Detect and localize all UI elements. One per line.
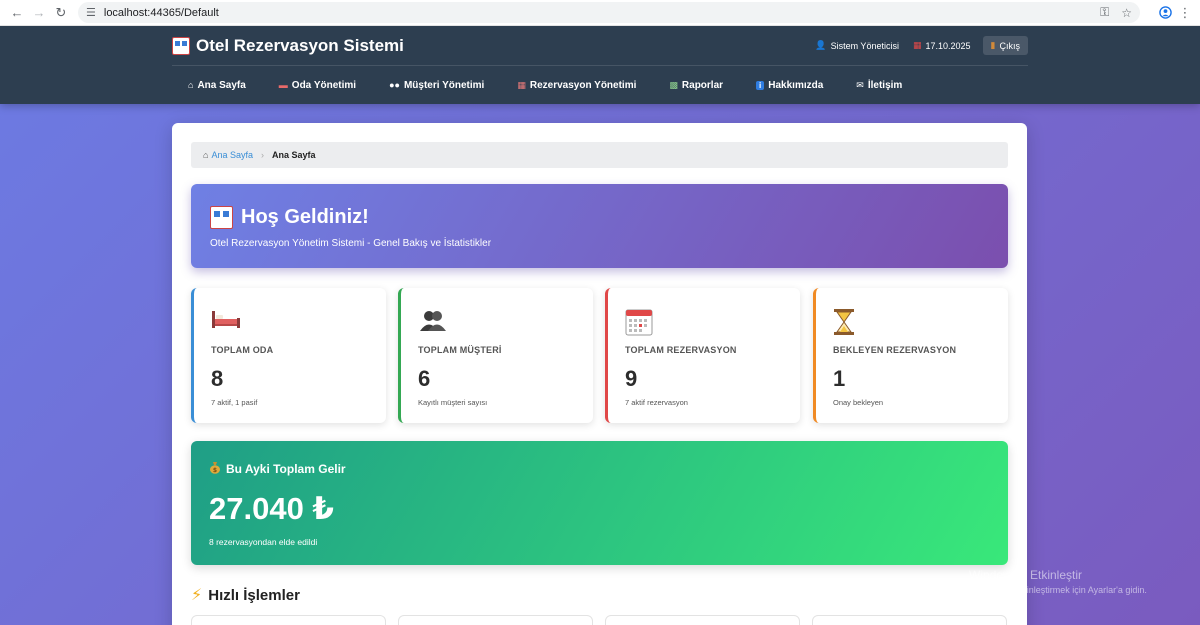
hotel-icon (172, 36, 190, 55)
nav-item-raporlar[interactable]: ▩ Raporlar (669, 80, 723, 91)
stat-note: 7 aktif rezervasyon (625, 398, 688, 407)
nav-item-rezervasyon-yonetimi[interactable]: ▦ Rezervasyon Yönetimi (517, 80, 636, 91)
stat-label: BEKLEYEN REZERVASYON (833, 345, 957, 355)
quick-actions-title-text: Hızlı İşlemler (208, 586, 300, 604)
users-icon (418, 308, 448, 337)
stat-value: 1 (833, 366, 846, 391)
calendar-icon: ▦ (912, 40, 922, 50)
logout-label: Çıkış (999, 40, 1020, 51)
app-title: Otel Rezervasyon Sistemi (196, 35, 404, 55)
nav-label: Müşteri Yönetimi (403, 79, 485, 91)
stat-card-customers[interactable]: TOPLAM MÜŞTERİ 6 Kayıtlı müşteri sayısı (398, 288, 593, 423)
date-info: ▦ 17.10.2025 (913, 40, 971, 51)
bookmark-star-icon[interactable]: ☆ (1121, 6, 1132, 20)
main-nav: ⌂ Ana Sayfa ▬ Oda Yönetimi ●● Müşteri Yö… (172, 66, 1028, 104)
quick-action-card[interactable] (398, 615, 593, 625)
forward-arrow-icon[interactable]: → (28, 2, 50, 24)
welcome-title-text: Hoş Geldiniz! (241, 206, 369, 228)
lightning-icon: ⚡ (191, 587, 203, 604)
header-top: Otel Rezervasyon Sistemi 👤 Sistem Yöneti… (172, 26, 1028, 66)
quick-action-card[interactable] (812, 615, 1007, 625)
nav-item-musteri-yonetimi[interactable]: ●● Müşteri Yönetimi (389, 80, 484, 91)
address-bar[interactable]: ☰ localhost:44365/Default ⚿ ☆ (78, 2, 1140, 23)
hotel-icon (210, 206, 233, 229)
quick-action-card[interactable] (605, 615, 800, 625)
page-background: Otel Rezervasyon Sistemi 👤 Sistem Yöneti… (0, 26, 1200, 625)
browser-toolbar: ← → ↻ ☰ localhost:44365/Default ⚿ ☆ ⋮ (0, 0, 1200, 26)
breadcrumb-home-link[interactable]: ⌂ Ana Sayfa (203, 150, 253, 160)
stat-note: Kayıtlı müşteri sayısı (418, 398, 488, 407)
url-text: localhost:44365/Default (103, 6, 219, 19)
stat-value: 8 (211, 366, 224, 391)
money-bag-icon: $ (209, 461, 221, 477)
profile-icon[interactable] (1154, 2, 1176, 24)
breadcrumb-separator: › (260, 150, 264, 160)
info-icon: i (756, 80, 765, 90)
stat-card-rooms[interactable]: TOPLAM ODA 8 7 aktif, 1 pasif (191, 288, 386, 423)
envelope-icon: ✉ (856, 79, 864, 90)
back-arrow-icon[interactable]: ← (6, 2, 28, 24)
svg-text:$: $ (213, 467, 217, 474)
users-icon: ●● (389, 80, 400, 90)
watermark-line-1: Windows'u Etkinleştir (969, 568, 1082, 582)
bed-icon: ▬ (278, 80, 288, 90)
brand[interactable]: Otel Rezervasyon Sistemi (172, 36, 404, 56)
stat-note: Onay bekleyen (833, 398, 884, 407)
logout-button[interactable]: ▮ Çıkış (982, 36, 1028, 55)
welcome-banner: Hoş Geldiniz! Otel Rezervasyon Yönetim S… (191, 184, 1008, 268)
welcome-subtitle: Otel Rezervasyon Yönetim Sistemi - Genel… (210, 238, 492, 249)
nav-label: Hakkımızda (768, 79, 824, 91)
user-name: Sistem Yöneticisi (830, 40, 899, 51)
breadcrumb: ⌂ Ana Sayfa › Ana Sayfa (191, 142, 1008, 168)
app-header: Otel Rezervasyon Sistemi 👤 Sistem Yöneti… (0, 26, 1200, 104)
stat-value: 6 (418, 366, 431, 391)
nav-label: Raporlar (681, 79, 724, 91)
house-icon: ⌂ (203, 150, 209, 160)
content-card: ⌂ Ana Sayfa › Ana Sayfa Hoş Geldiniz! Ot… (172, 123, 1027, 625)
header-right: 👤 Sistem Yöneticisi ▦ 17.10.2025 ▮ Çıkış (801, 36, 1028, 55)
site-settings-icon[interactable]: ☰ (86, 6, 96, 19)
income-card: $ Bu Ayki Toplam Gelir 27.040 ₺ 8 rezerv… (191, 441, 1008, 565)
stat-card-pending[interactable]: BEKLEYEN REZERVASYON 1 Onay bekleyen (813, 288, 1008, 423)
user-info: 👤 Sistem Yöneticisi (815, 40, 899, 51)
breadcrumb-home-label: Ana Sayfa (211, 150, 253, 160)
stat-value: 9 (625, 366, 638, 391)
stat-card-reservations[interactable]: TOPLAM REZERVASYON 9 7 aktif rezervasyon (605, 288, 800, 423)
kebab-menu-icon[interactable]: ⋮ (1176, 5, 1194, 21)
chart-icon: ▩ (669, 79, 678, 90)
quick-action-card[interactable] (191, 615, 386, 625)
income-title: $ Bu Ayki Toplam Gelir (209, 461, 346, 477)
income-title-text: Bu Ayki Toplam Gelir (226, 462, 346, 476)
windows-activation-watermark: Windows'u Etkinleştir Windows'u etkinleş… (969, 568, 1147, 595)
watermark-line-2: Windows'u etkinleştirmek için Ayarlar'a … (969, 585, 1147, 595)
welcome-title: Hoş Geldiniz! (210, 206, 369, 229)
nav-item-hakkimizda[interactable]: i Hakkımızda (756, 80, 823, 91)
nav-label: Oda Yönetimi (291, 79, 357, 91)
user-icon: 👤 (815, 40, 827, 50)
hourglass-icon (833, 308, 855, 341)
nav-item-ana-sayfa[interactable]: ⌂ Ana Sayfa (188, 80, 246, 91)
door-icon: ▮ (990, 40, 996, 50)
nav-item-iletisim[interactable]: ✉ İletişim (856, 80, 902, 91)
calendar-icon: ▦ (517, 79, 526, 90)
nav-label: Rezervasyon Yönetimi (529, 79, 637, 91)
income-note: 8 rezervasyondan elde edildi (209, 537, 318, 547)
password-key-icon[interactable]: ⚿ (1100, 5, 1109, 20)
stat-label: TOPLAM MÜŞTERİ (418, 345, 502, 355)
calendar-icon (625, 308, 653, 341)
current-date: 17.10.2025 (925, 40, 971, 51)
nav-label: İletişim (867, 79, 903, 91)
stat-label: TOPLAM REZERVASYON (625, 345, 737, 355)
quick-actions-title: ⚡ Hızlı İşlemler (191, 585, 300, 605)
reload-icon[interactable]: ↻ (50, 2, 72, 24)
stat-note: 7 aktif, 1 pasif (211, 398, 258, 407)
income-amount: 27.040 ₺ (209, 491, 334, 526)
nav-item-oda-yonetimi[interactable]: ▬ Oda Yönetimi (279, 80, 356, 91)
nav-label: Ana Sayfa (197, 79, 246, 91)
stat-label: TOPLAM ODA (211, 345, 274, 355)
house-icon: ⌂ (188, 80, 194, 90)
breadcrumb-current: Ana Sayfa (271, 150, 316, 160)
bed-icon (211, 308, 241, 335)
